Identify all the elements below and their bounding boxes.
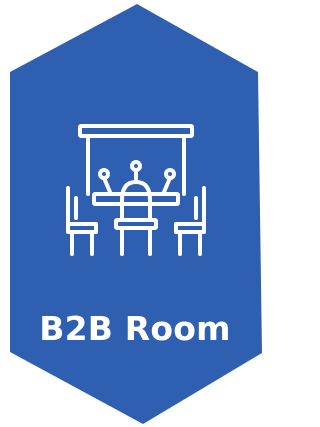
b2b-room-tile[interactable]: B2B Room (0, 0, 270, 427)
tile-label: B2B Room (39, 309, 231, 348)
conference-room-icon (66, 124, 206, 256)
